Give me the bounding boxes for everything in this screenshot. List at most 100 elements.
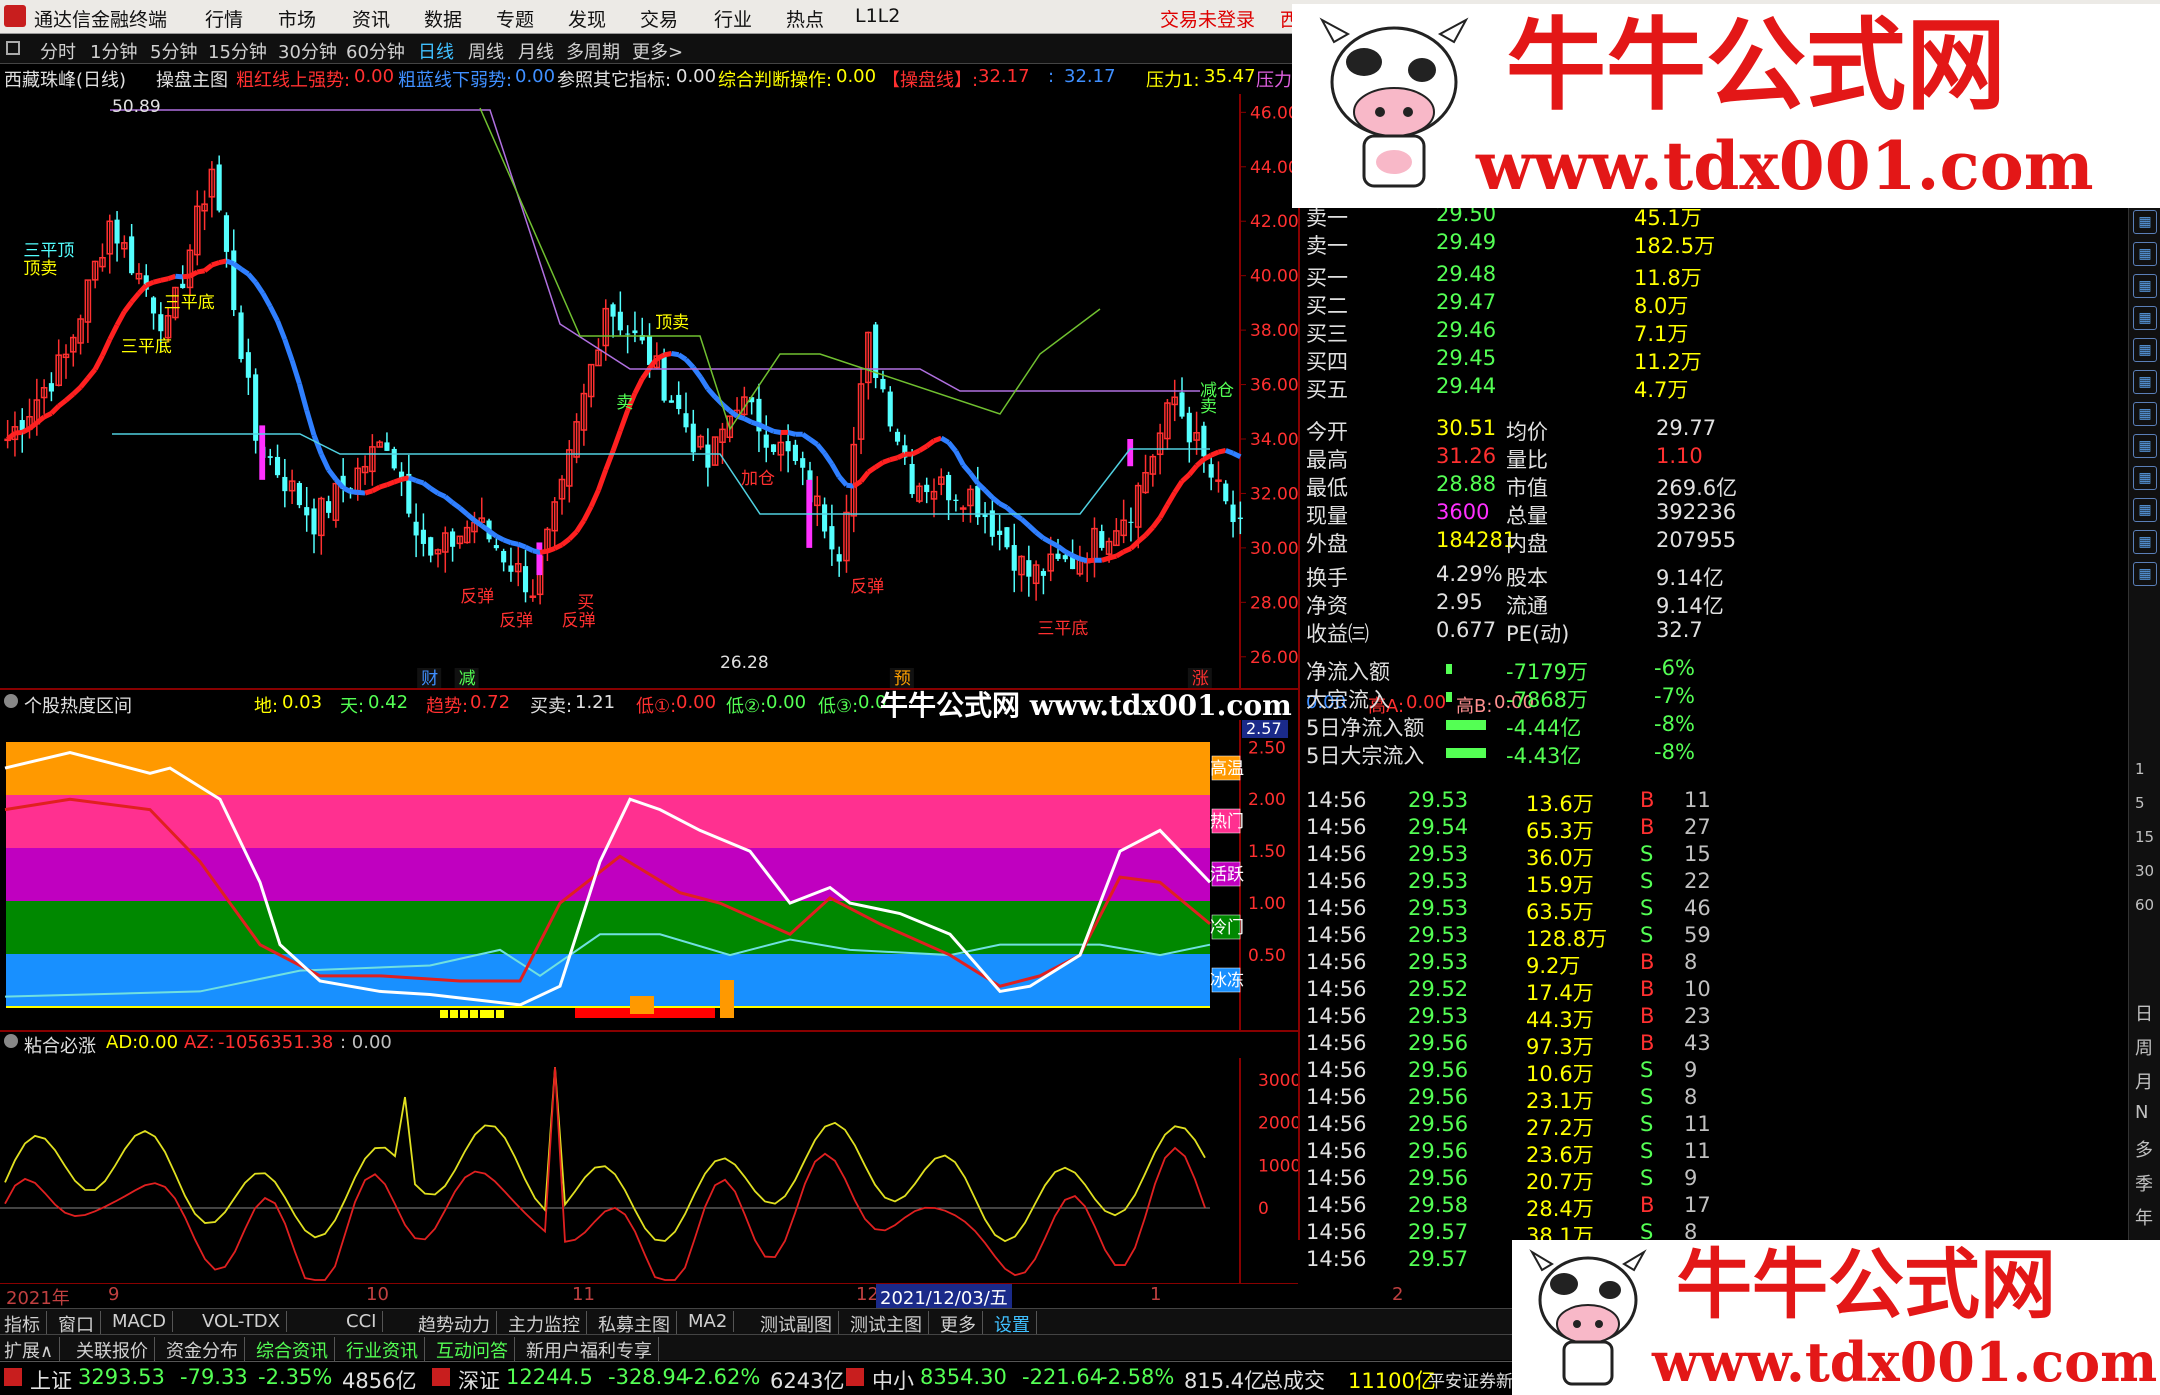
indicator-tab[interactable]: VOL-TDX	[202, 1311, 287, 1332]
side-period-num[interactable]: 1	[2135, 760, 2145, 778]
side-period-label[interactable]: 月	[2135, 1068, 2153, 1094]
price-tick: 42.00	[1250, 212, 1298, 232]
side-tool-icon[interactable]: ▦	[2133, 210, 2157, 234]
info-tab[interactable]: 行业资讯	[346, 1337, 425, 1363]
side-tool-icon[interactable]: ▦	[2133, 274, 2157, 298]
candle-body	[1201, 425, 1207, 457]
side-period-num[interactable]: 30	[2135, 862, 2154, 880]
side-period-label[interactable]: 多	[2135, 1136, 2153, 1162]
menu-item[interactable]: 交易	[640, 5, 678, 32]
cell: 8	[1684, 1085, 1698, 1109]
menu-item[interactable]: 行情	[205, 5, 243, 32]
period-tab[interactable]: 日线	[418, 38, 454, 64]
period-tab[interactable]: 60分钟	[346, 38, 405, 64]
cell: 29.56	[1408, 1112, 1469, 1136]
level-label[interactable]: L1L2	[855, 5, 900, 27]
operating-line	[1079, 556, 1088, 564]
menu-item[interactable]: 热点	[786, 5, 824, 32]
period-tab[interactable]: 30分钟	[278, 38, 337, 64]
period-tab[interactable]: 1分钟	[90, 38, 137, 64]
side-tool-icon[interactable]: ▦	[2133, 402, 2157, 426]
period-tab[interactable]: 15分钟	[208, 38, 267, 64]
menu-item[interactable]: 发现	[568, 5, 606, 32]
operating-line	[160, 276, 169, 283]
index-icon[interactable]	[432, 1368, 450, 1386]
index-name[interactable]: 深证	[458, 1365, 500, 1395]
heat-band-label: 高温	[1210, 759, 1244, 779]
info-tab[interactable]: 扩展∧	[4, 1337, 61, 1363]
cell: 14:56	[1306, 896, 1367, 920]
heat-tick: 0.50	[1248, 946, 1286, 966]
stock-name[interactable]: 西藏珠峰(日线)	[4, 66, 126, 92]
info-tab[interactable]: 资金分布	[166, 1337, 245, 1363]
period-tab[interactable]: 5分钟	[150, 38, 197, 64]
side-tool-icon[interactable]: ▦	[2133, 530, 2157, 554]
heat-title[interactable]: 个股热度区间	[24, 692, 132, 718]
side-period-label[interactable]: 周	[2135, 1034, 2153, 1060]
flow-val: -4.44亿	[1506, 716, 1582, 740]
indicator-tab[interactable]: MA2	[688, 1311, 735, 1332]
period-tab[interactable]: 周线	[468, 38, 504, 64]
info-tab[interactable]: 新用户福利专享	[526, 1337, 659, 1363]
event-marker[interactable]: 财	[421, 669, 438, 689]
heat-h6-val: 0.00	[766, 692, 807, 713]
period-tab[interactable]: 多周期	[566, 38, 620, 64]
heat-tick: 1.50	[1248, 842, 1286, 862]
index-icon[interactable]	[4, 1368, 22, 1386]
side-tool-icon[interactable]: ▦	[2133, 338, 2157, 362]
heat-chart[interactable]: 2.50 2.00 1.50 1.00 0.50 高温热门活跃冷门冰冻 2.57	[0, 720, 1298, 1032]
candle-body	[223, 215, 230, 252]
side-period-label[interactable]: N	[2135, 1102, 2148, 1123]
side-tool-icon[interactable]: ▦	[2133, 306, 2157, 330]
side-tool-icon[interactable]: ▦	[2133, 498, 2157, 522]
price-tick: 36.00	[1250, 376, 1298, 396]
price-chart[interactable]: 46.00 44.00 42.00 40.00 38.00 36.00 34.00 32.00…	[0, 94, 1298, 690]
menu-item[interactable]: 数据	[424, 5, 462, 32]
side-period-label[interactable]: 年	[2135, 1204, 2153, 1230]
ad-tick: 0	[1258, 1199, 1269, 1219]
time-label: 10	[366, 1284, 389, 1305]
info-tab[interactable]: 互动问答	[436, 1337, 515, 1363]
side-period-label[interactable]: 日	[2135, 1000, 2153, 1026]
event-marker[interactable]: 减	[459, 669, 476, 689]
collapse-icon-2[interactable]	[4, 1034, 18, 1048]
flow-pct: -7%	[1654, 684, 1695, 708]
menu-item[interactable]: 市场	[278, 5, 316, 32]
indicator-tab[interactable]: CCI	[346, 1311, 384, 1332]
info-tab[interactable]: 综合资讯	[256, 1337, 335, 1363]
cell: 15.9万	[1526, 873, 1594, 897]
ad-chart[interactable]: 30000 20000 10000 0	[0, 1058, 1298, 1283]
info-tab[interactable]: 关联报价	[76, 1337, 155, 1363]
menu-item[interactable]: 行业	[714, 5, 752, 32]
period-tab[interactable]: 分时	[40, 38, 76, 64]
side-period-num[interactable]: 60	[2135, 896, 2154, 914]
candle-body	[646, 335, 653, 365]
indicator-tab[interactable]: MACD	[112, 1311, 173, 1332]
side-period-num[interactable]: 5	[2135, 794, 2145, 812]
side-tool-icon[interactable]: ▦	[2133, 242, 2157, 266]
menu-item[interactable]: 专题	[496, 5, 534, 32]
cell: B	[1640, 1031, 1655, 1055]
collapse-icon[interactable]	[4, 694, 18, 708]
side-tool-icon[interactable]: ▦	[2133, 466, 2157, 490]
index-icon[interactable]	[846, 1368, 864, 1386]
candle-body	[953, 499, 959, 501]
side-tool-icon[interactable]: ▦	[2133, 434, 2157, 458]
period-tab[interactable]: 更多>	[632, 38, 683, 64]
panel-toggle-icon[interactable]	[6, 41, 20, 55]
cell: 63.5万	[1526, 900, 1594, 924]
side-tool-icon[interactable]: ▦	[2133, 370, 2157, 394]
ad-title[interactable]: 粘合必涨	[24, 1032, 96, 1058]
side-period-label[interactable]: 季	[2135, 1170, 2153, 1196]
side-tool-icon[interactable]: ▦	[2133, 562, 2157, 586]
index-name[interactable]: 上证	[30, 1365, 72, 1395]
index-name[interactable]: 中小	[872, 1365, 914, 1395]
side-period-num[interactable]: 15	[2135, 828, 2154, 846]
cell: 2.95	[1436, 590, 1483, 614]
menu-item[interactable]: 资讯	[352, 5, 390, 32]
cell: 14:56	[1306, 788, 1367, 812]
indicator-name[interactable]: 操盘主图	[156, 66, 228, 92]
login-status[interactable]: 交易未登录	[1160, 5, 1255, 32]
broker-name[interactable]: 平安证券新	[1428, 1367, 1513, 1392]
period-tab[interactable]: 月线	[518, 38, 554, 64]
